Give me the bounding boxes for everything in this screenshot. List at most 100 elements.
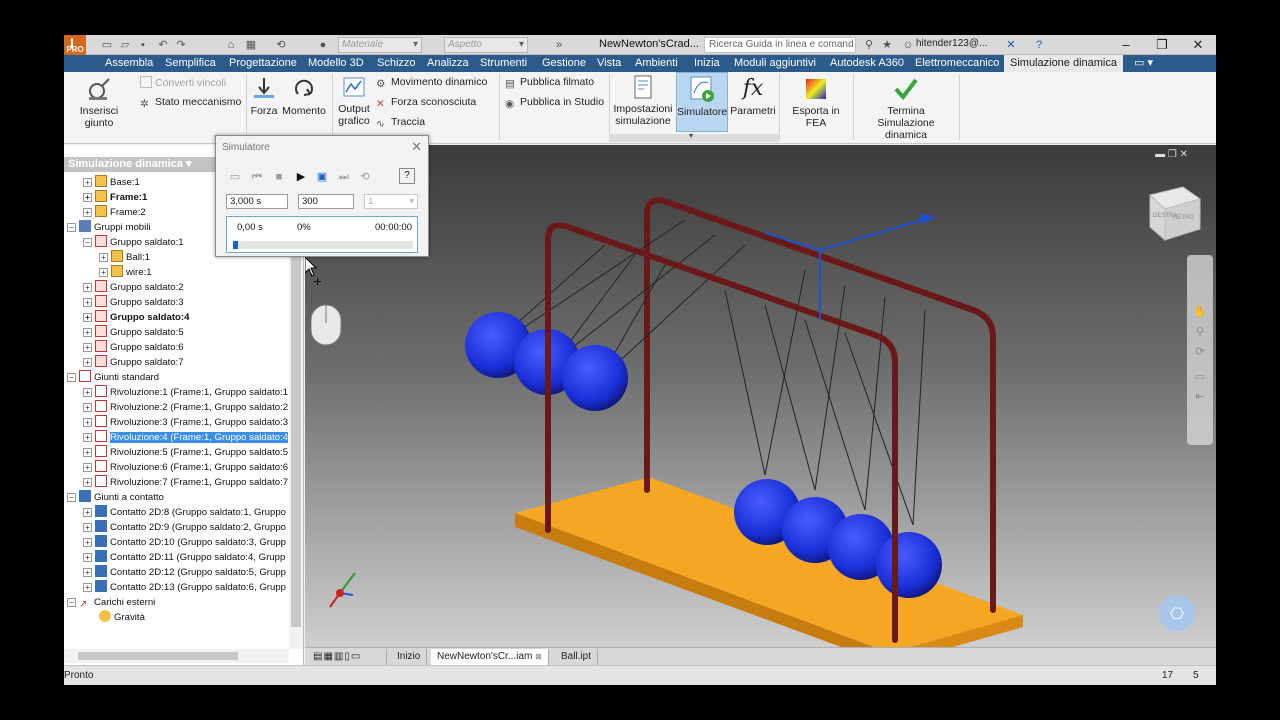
- tree-node[interactable]: + Base:1: [83, 175, 140, 190]
- help-icon[interactable]: ?: [399, 168, 415, 184]
- user-account[interactable]: hitender123@...: [916, 38, 987, 49]
- stop-button[interactable]: ■: [270, 168, 288, 186]
- tab-schizzo[interactable]: Schizzo: [371, 55, 422, 72]
- color-icon[interactable]: ●: [316, 38, 330, 52]
- expand-icon[interactable]: +: [83, 418, 92, 427]
- user-icon[interactable]: ☺: [901, 38, 915, 52]
- export-fea-button[interactable]: Esporta in FEA: [782, 76, 850, 129]
- tree-node[interactable]: + Ball:1: [99, 250, 150, 265]
- redo-icon[interactable]: ↷: [174, 38, 188, 52]
- tab-assembla[interactable]: Assembla: [99, 55, 159, 72]
- publish-movie-button[interactable]: ▤ Pubblica filmato: [505, 76, 594, 90]
- tab-strumenti[interactable]: Strumenti: [474, 55, 533, 72]
- dynamic-motion-button[interactable]: ⚙ Movimento dinamico: [376, 76, 487, 90]
- zoom-extents-icon[interactable]: ⇤: [1193, 390, 1207, 404]
- rewind-button[interactable]: ⏮: [248, 168, 266, 186]
- expand-icon[interactable]: +: [83, 568, 92, 577]
- tab-moduli-aggiuntivi[interactable]: Moduli aggiuntivi: [728, 55, 822, 72]
- tree-node[interactable]: − ↗ Carichi esterni: [67, 595, 155, 610]
- publish-studio-button[interactable]: ◉ Pubblica in Studio: [505, 96, 604, 110]
- tree-node[interactable]: + Gruppo saldato:2: [83, 280, 184, 295]
- end-button[interactable]: ⏭: [335, 168, 353, 186]
- tree-node[interactable]: + Rivoluzione:7 (Frame:1, Gruppo saldato:…: [83, 475, 288, 490]
- tab-semplifica[interactable]: Semplifica: [159, 55, 222, 72]
- update-icon[interactable]: ⟲: [274, 38, 288, 52]
- tree-node[interactable]: Gravità: [99, 610, 145, 625]
- binoculars-icon[interactable]: ⚲: [862, 38, 876, 52]
- restore-button[interactable]: ❐: [1144, 35, 1180, 55]
- tree-node[interactable]: + Gruppo saldato:6: [83, 340, 184, 355]
- tree-node[interactable]: + Frame:1: [83, 190, 147, 205]
- tab-vista[interactable]: Vista: [591, 55, 627, 72]
- tab-elettromeccanico[interactable]: Elettromeccanico: [909, 55, 1005, 72]
- construction-mode-button[interactable]: ▭: [226, 168, 244, 186]
- tab-analizza[interactable]: Analizza: [421, 55, 475, 72]
- tree-node[interactable]: + Contatto 2D:8 (Gruppo saldato:1, Gruppo: [83, 505, 286, 520]
- screen-refresh-button[interactable]: ▣: [313, 168, 331, 186]
- tree-node[interactable]: + Contatto 2D:9 (Gruppo saldato:2, Gruppo: [83, 520, 286, 535]
- expand-icon[interactable]: +: [99, 253, 108, 262]
- tab-simulazione-dinamica[interactable]: Simulazione dinamica: [1004, 55, 1123, 72]
- new-icon[interactable]: ▭: [100, 38, 114, 52]
- expand-icon[interactable]: +: [83, 463, 92, 472]
- expand-icon[interactable]: +: [83, 193, 92, 202]
- expand-icon[interactable]: +: [83, 313, 92, 322]
- tree-node[interactable]: + Gruppo saldato:5: [83, 325, 184, 340]
- expand-icon[interactable]: +: [99, 268, 108, 277]
- undo-icon[interactable]: ↶: [156, 38, 170, 52]
- tree-node[interactable]: + Gruppo saldato:3: [83, 295, 184, 310]
- select-icon[interactable]: ▦: [244, 38, 258, 52]
- exchange-icon[interactable]: ✕: [1004, 38, 1018, 52]
- tree-node[interactable]: − Gruppo saldato:1: [83, 235, 184, 250]
- expand-icon[interactable]: +: [83, 178, 92, 187]
- expand-icon[interactable]: +: [83, 448, 92, 457]
- tree-node[interactable]: + Contatto 2D:10 (Gruppo saldato:3, Grupp: [83, 535, 286, 550]
- expand-icon[interactable]: »: [552, 38, 566, 52]
- tree-horizontal-scrollbar[interactable]: [64, 649, 289, 663]
- ribbon-options-icon[interactable]: ▭ ▾: [1128, 55, 1159, 72]
- orbit-icon[interactable]: ⟳: [1193, 345, 1207, 359]
- expand-icon[interactable]: +: [83, 283, 92, 292]
- expand-icon[interactable]: +: [83, 298, 92, 307]
- tree-node[interactable]: + Gruppo saldato:7: [83, 355, 184, 370]
- tab-progettazione[interactable]: Progettazione: [223, 55, 303, 72]
- expand-icon[interactable]: +: [83, 508, 92, 517]
- collapse-icon[interactable]: −: [83, 238, 92, 247]
- tree-node[interactable]: + Contatto 2D:11 (Gruppo saldato:4, Grupp: [83, 550, 285, 565]
- app-logo[interactable]: I PRO: [64, 35, 86, 55]
- tree-node[interactable]: + Contatto 2D:12 (Gruppo saldato:5, Grupp: [83, 565, 286, 580]
- help-search-input[interactable]: Ricerca Guida in linea e comand: [704, 37, 856, 53]
- tab-inizia[interactable]: Inizia: [688, 55, 726, 72]
- trace-button[interactable]: ∿ Traccia: [376, 116, 425, 130]
- tree-node[interactable]: + Rivoluzione:2 (Frame:1, Gruppo saldato:…: [83, 400, 288, 415]
- ribbon-panel-footer[interactable]: ▾: [609, 131, 779, 142]
- mechanism-status-button[interactable]: ✲ Stato meccanismo: [140, 96, 241, 110]
- tab-assembly-document[interactable]: NewNewton'sCr...iam ⊠: [431, 649, 549, 665]
- save-icon[interactable]: ▪: [136, 38, 150, 52]
- expand-icon[interactable]: +: [83, 478, 92, 487]
- tree-node[interactable]: + Rivoluzione:1 (Frame:1, Gruppo saldato:…: [83, 385, 288, 400]
- expand-icon[interactable]: +: [83, 358, 92, 367]
- material-dropdown[interactable]: Materiale: [338, 37, 422, 53]
- tab-ambienti[interactable]: Ambienti: [629, 55, 684, 72]
- progress-track[interactable]: [233, 241, 413, 249]
- expand-icon[interactable]: +: [83, 343, 92, 352]
- tab-home[interactable]: Inizio: [391, 649, 428, 665]
- close-icon[interactable]: ✕: [411, 139, 422, 155]
- finish-simulation-button[interactable]: Termina Simulazione dinamica: [856, 76, 956, 141]
- end-time-input[interactable]: 3,000 s: [226, 194, 288, 209]
- expand-icon[interactable]: +: [83, 433, 92, 442]
- parameters-button[interactable]: fx Parametri: [730, 76, 776, 117]
- tree-node[interactable]: + Gruppo saldato:4: [83, 310, 189, 325]
- zoom-icon[interactable]: ⚲: [1193, 325, 1207, 339]
- appearance-dropdown[interactable]: Aspetto: [444, 37, 528, 53]
- output-graph-button[interactable]: Output grafico: [336, 76, 372, 127]
- expand-icon[interactable]: +: [83, 403, 92, 412]
- viewcube[interactable]: DESTRA RETRO: [1148, 186, 1202, 242]
- expand-icon[interactable]: +: [83, 553, 92, 562]
- simulator-button[interactable]: Simulatore: [676, 72, 728, 132]
- simulation-settings-button[interactable]: Impostazioni simulazione: [612, 74, 674, 127]
- play-button[interactable]: ▶: [292, 168, 310, 186]
- expand-icon[interactable]: +: [83, 328, 92, 337]
- expand-icon[interactable]: +: [83, 583, 92, 592]
